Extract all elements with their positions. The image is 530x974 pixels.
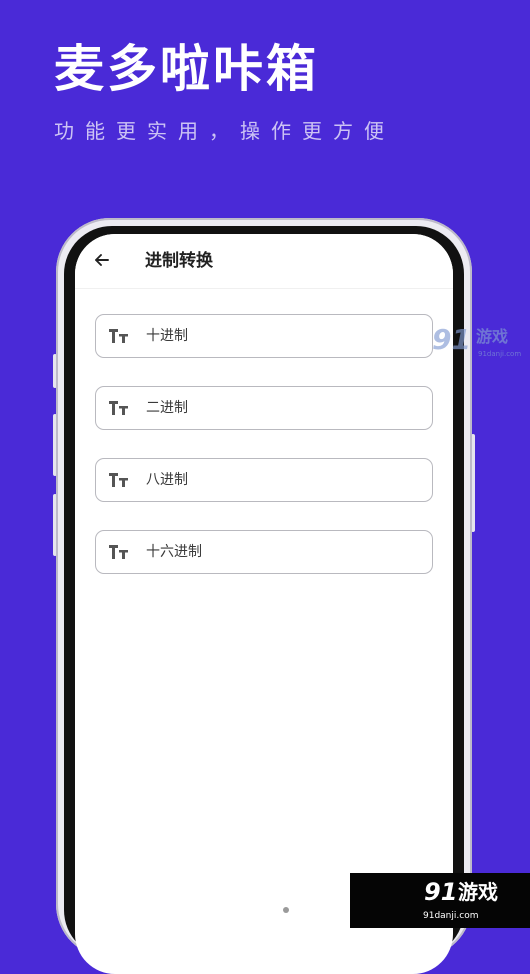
binary-option[interactable]: 二进制 xyxy=(95,386,433,430)
octal-option-label: 八进制 xyxy=(146,472,188,488)
watermark-domain: 91danji.com xyxy=(423,911,479,921)
watermark-text: 游戏 xyxy=(476,327,509,346)
binary-option-label: 二进制 xyxy=(146,400,188,416)
watermark-number: 91 xyxy=(432,323,471,356)
decimal-option[interactable]: 十进制 xyxy=(95,314,433,358)
page-title: 进制转换 xyxy=(145,251,213,271)
text-size-icon xyxy=(109,473,128,487)
watermark-logo-bottom: 91 游戏 91danji.com xyxy=(350,873,530,928)
promo-title: 麦多啦咔箱 xyxy=(54,40,319,98)
decimal-option-label: 十进制 xyxy=(146,328,188,344)
promo-subtitle: 功能更实用，操作更方便 xyxy=(54,119,395,143)
page-indicator-dot xyxy=(283,907,289,913)
app-store-promo-screen: { "promo": { "title": "麦多啦咔箱", "subtitle… xyxy=(0,0,530,974)
text-size-icon xyxy=(109,545,128,559)
watermark-domain: 91danji.com xyxy=(478,350,522,358)
hexadecimal-option-label: 十六进制 xyxy=(146,544,202,560)
text-size-icon xyxy=(109,329,128,343)
text-size-icon xyxy=(109,401,128,415)
phone-frame: 进制转换 十进制 二进制 八进制 十六进制 xyxy=(56,218,472,974)
watermark-logo-top: 91 游戏 91danji.com xyxy=(432,326,524,364)
watermark-number: 91 xyxy=(424,878,458,906)
back-arrow-icon[interactable] xyxy=(92,250,112,270)
octal-option[interactable]: 八进制 xyxy=(95,458,433,502)
app-header: 进制转换 xyxy=(75,234,453,289)
watermark-text: 游戏 xyxy=(458,880,498,904)
hexadecimal-option[interactable]: 十六进制 xyxy=(95,530,433,574)
phone-screen: 进制转换 十进制 二进制 八进制 十六进制 xyxy=(75,234,453,974)
number-base-option-list: 十进制 二进制 八进制 十六进制 xyxy=(95,314,433,602)
